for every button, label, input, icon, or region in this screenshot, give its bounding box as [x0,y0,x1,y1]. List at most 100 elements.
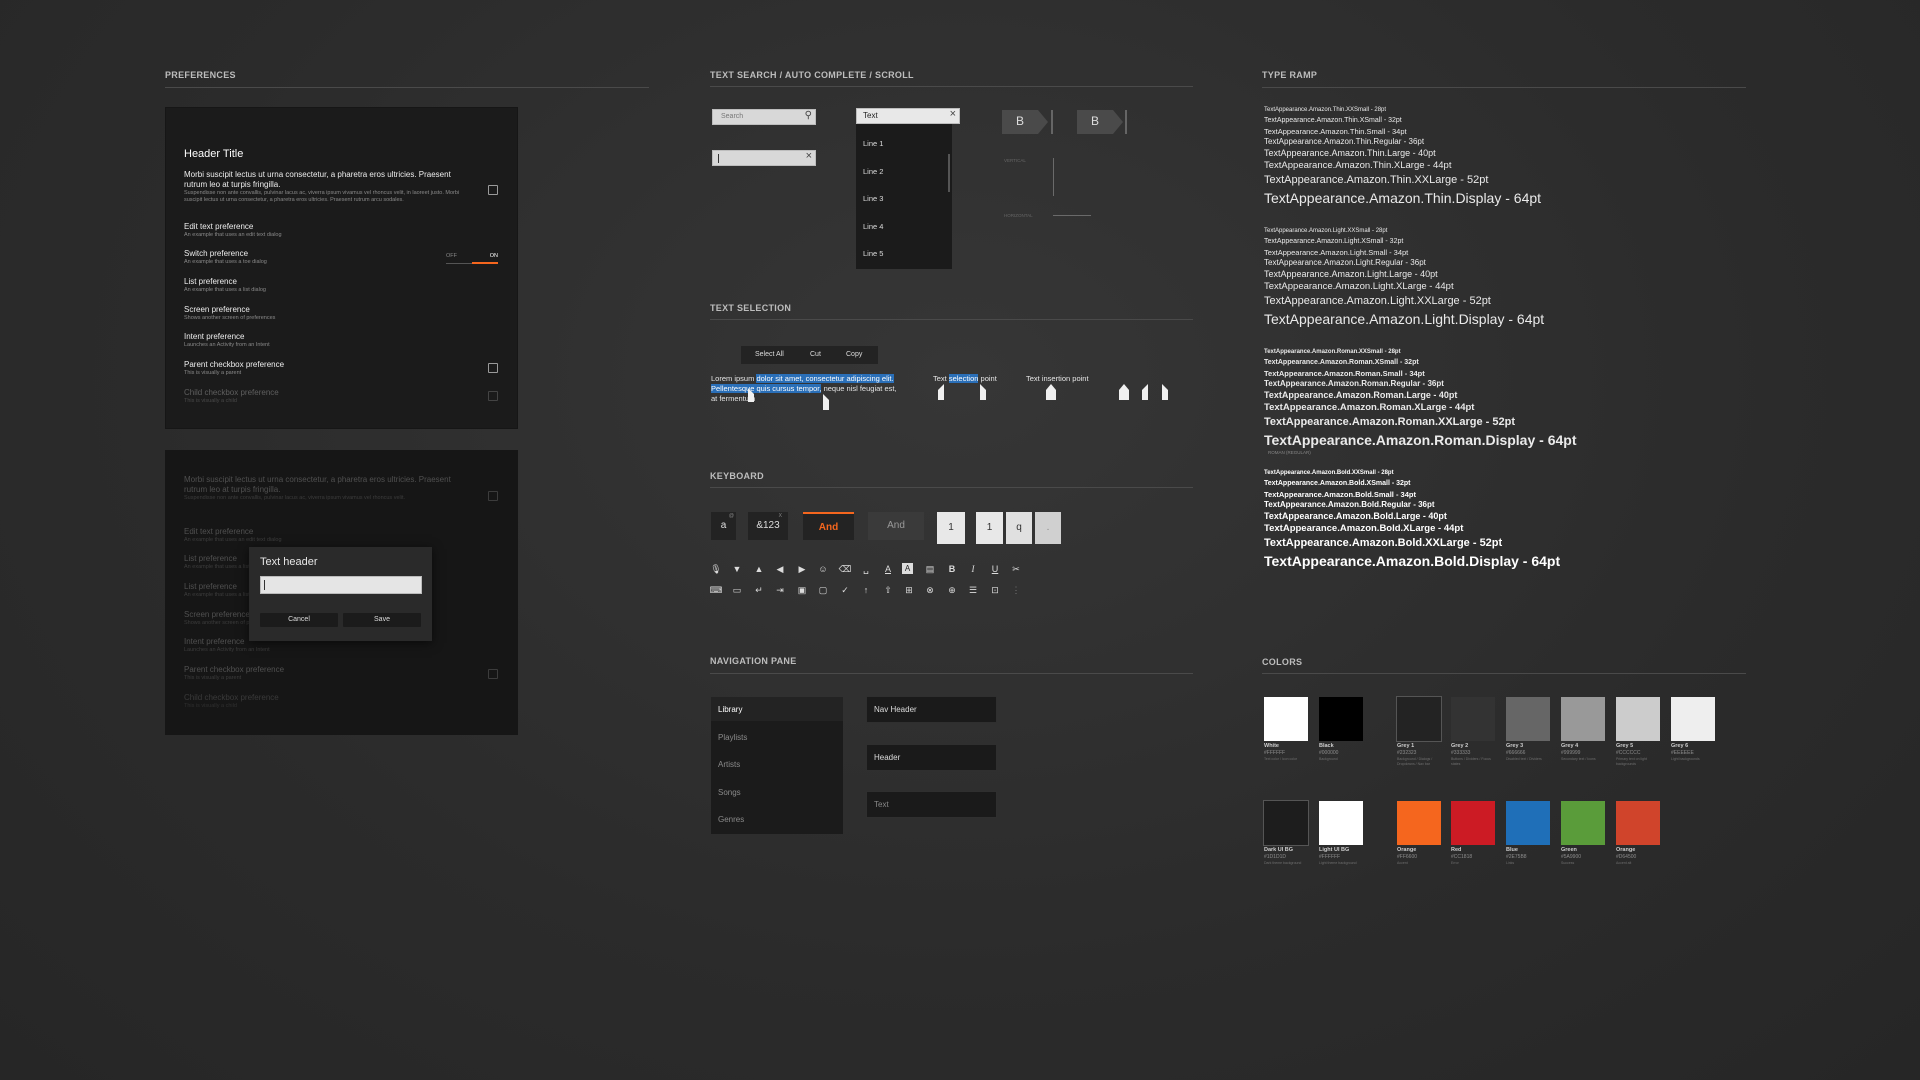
pref-item-list[interactable]: List preference An example that uses a l… [184,277,464,294]
close-circle-icon[interactable]: ⊗ [923,583,937,597]
swatch-hex: #CCCCCC [1616,750,1641,756]
swatch-name: Grey 1 [1397,743,1415,749]
highlight-icon[interactable]: A [902,563,913,574]
scrollbar[interactable] [948,154,950,192]
tab-b1-label: B [1016,114,1025,128]
selection-handle-left-alt[interactable] [1142,384,1148,400]
emoji-icon[interactable]: ☺ [816,562,830,576]
plus-box-icon[interactable]: ⊞ [902,583,916,597]
list-icon[interactable]: ☰ [966,583,980,597]
pref-item-intent[interactable]: Intent preference Launches an Activity f… [184,332,464,349]
key-dot[interactable]: . [1035,512,1061,544]
switch-toggle[interactable]: OFF ON [446,251,498,265]
clipboard-icon[interactable]: ▤ [923,562,937,576]
save-button[interactable]: Save [343,613,421,627]
caret-down-icon[interactable]: ▼ [730,562,744,576]
dropdown-item[interactable]: Line 1 [863,139,883,148]
swatch-hex: #EEEEEE [1671,750,1694,756]
nav-item-artists[interactable]: Artists [718,760,740,769]
check-icon[interactable]: ✓ [838,583,852,597]
vertical-scrollbar[interactable] [1053,158,1054,196]
swatch-name: Grey 3 [1506,743,1524,749]
space-icon[interactable]: ␣ [859,562,873,576]
key-1-light[interactable]: 1 [937,512,965,544]
key-num-toggle[interactable]: &123 X [748,512,788,540]
return-icon[interactable]: ↵ [752,583,766,597]
ramp-light-regular: TextAppearance.Amazon.Light.Regular - 36… [1264,258,1426,267]
keyboard-small-icon[interactable]: ▢ [816,583,830,597]
dialog-text-input[interactable] [260,576,422,594]
key-num-hint: X [778,513,782,519]
caret-left-icon[interactable]: ◀ [773,562,787,576]
keyboard-switch-icon[interactable]: ▣ [795,583,809,597]
text-box-icon[interactable]: ⊡ [988,583,1002,597]
tab-b1-shape[interactable] [1002,110,1048,134]
header: Header [866,744,997,771]
add-circle-icon[interactable]: ⊕ [945,583,959,597]
shift-icon[interactable]: ↑ [859,583,873,597]
insertion-handle[interactable] [1046,384,1056,400]
checkbox[interactable] [488,185,498,195]
ramp-light-xxlarge: TextAppearance.Amazon.Light.XXLarge - 52… [1264,295,1491,307]
dots-icon[interactable]: ⋮ [1009,583,1023,597]
nav-header: Nav Header [866,696,997,723]
clear-icon[interactable]: × [806,150,812,162]
selection-handle-left[interactable] [748,388,754,402]
caret-up-icon[interactable]: ▲ [752,562,766,576]
pref-item-switch[interactable]: Switch preference An example that uses a… [184,249,384,266]
text-selection-divider [710,319,1193,320]
key-1[interactable]: 1 [976,512,1003,544]
nav-item-library[interactable]: Library [718,705,742,714]
pref-item-edit-text[interactable]: Edit text preference An example that use… [184,222,464,239]
swatch-hex: #000000 [1319,750,1339,756]
autocomplete-input[interactable]: Text × [856,108,960,124]
dropdown-item[interactable]: Line 4 [863,222,883,231]
dropdown-item[interactable]: Line 2 [863,167,883,176]
cut-button[interactable]: Cut [810,351,821,358]
keyboard-hide-icon[interactable]: ⌨ [709,583,723,597]
copy-button[interactable]: Copy [846,351,862,358]
search-input[interactable]: Search ⚲ [712,109,816,125]
italic-icon[interactable]: I [966,562,980,576]
search-input-focused[interactable]: × [712,150,816,166]
cancel-button[interactable]: Cancel [260,613,338,627]
selection-point-handle-left[interactable] [938,384,944,400]
selection-point-handle-right[interactable] [980,384,986,400]
pref-item-parent-checkbox[interactable]: Parent checkbox preference This is visua… [184,360,464,377]
keyboard-icon[interactable]: ▭ [730,583,744,597]
key-a[interactable]: a @ [711,512,736,540]
underline-icon[interactable]: U [988,562,1002,576]
key-and-active[interactable]: And [803,512,854,540]
nav-item-songs[interactable]: Songs [718,788,741,797]
pref-item-description[interactable]: Morbi suscipit lectus ut urna consectetu… [184,170,464,204]
text-color-icon[interactable]: A [881,562,895,576]
selection-handle-right[interactable] [823,394,829,410]
selection-handle-right-alt[interactable] [1162,384,1168,400]
caret-right-icon[interactable]: ▶ [795,562,809,576]
key-and[interactable]: And [868,512,924,540]
mic-icon[interactable]: 🎙 [709,562,723,576]
upload-icon[interactable]: ⇧ [881,583,895,597]
parent-checkbox[interactable] [488,363,498,373]
tab-b2-shape[interactable] [1077,110,1123,134]
navigation-divider [710,673,1193,674]
insertion-handles [1046,384,1168,400]
swatch-color [1506,697,1550,741]
dropdown-item[interactable]: Line 5 [863,249,883,258]
key-q[interactable]: q [1006,512,1032,544]
dropdown-item[interactable]: Line 3 [863,194,883,203]
horizontal-scrollbar[interactable] [1053,215,1091,216]
cut-icon[interactable]: ✂ [1009,562,1023,576]
nav-item-playlists[interactable]: Playlists [718,733,747,742]
select-all-button[interactable]: Select All [755,351,784,358]
ramp-thin-xlarge: TextAppearance.Amazon.Thin.XLarge - 44pt [1264,160,1452,171]
insertion-handle-alt[interactable] [1119,384,1129,400]
bold-icon[interactable]: B [945,562,959,576]
nav-item-genres[interactable]: Genres [718,815,744,824]
clear-icon[interactable]: × [950,108,956,120]
swatch-name: Grey 6 [1671,743,1689,749]
backspace-icon[interactable]: ⌫ [838,562,852,576]
tab-icon[interactable]: ⇥ [773,583,787,597]
pref-item-screen[interactable]: Screen preference Shows another screen o… [184,305,464,322]
search-icon[interactable]: ⚲ [805,110,812,121]
